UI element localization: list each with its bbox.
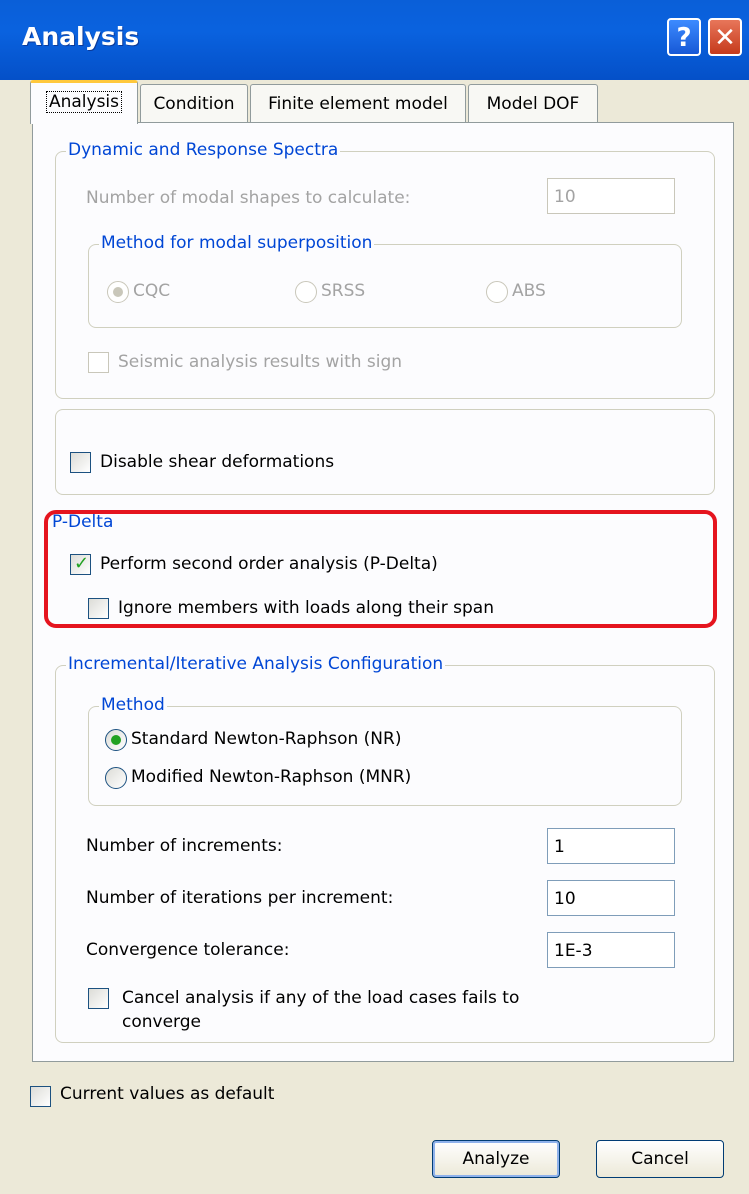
disable-shear-checkbox[interactable]: [70, 452, 91, 473]
method-legend: Method: [99, 695, 167, 715]
pdelta-group: P-Delta ✓ Perform second order analysis …: [50, 512, 715, 619]
incremental-legend: Incremental/Iterative Analysis Configura…: [66, 654, 446, 674]
second-order-checkbox[interactable]: ✓: [70, 553, 91, 575]
current-default-label: Current values as default: [60, 1084, 275, 1104]
radio-standard-nr-label: Standard Newton-Raphson (NR): [131, 729, 402, 749]
superposition-group: Method for modal superposition CQC SRSS …: [88, 233, 682, 328]
cancel-analysis-checkbox[interactable]: [88, 988, 109, 1009]
cancel-analysis-label-line1: Cancel analysis if any of the load cases…: [122, 988, 520, 1008]
cancel-analysis-label: Cancel analysis if any of the load cases…: [122, 986, 519, 1034]
radio-abs-label: ABS: [512, 281, 546, 301]
cancel-analysis-label-line2: converge: [122, 1012, 201, 1032]
tab-analysis-label: Analysis: [45, 91, 123, 113]
analyze-button[interactable]: Analyze: [432, 1140, 560, 1178]
tab-finite-element-model[interactable]: Finite element model: [250, 84, 466, 122]
ignore-members-checkbox[interactable]: [88, 598, 109, 619]
help-button[interactable]: ?: [667, 18, 701, 56]
radio-srss-label: SRSS: [321, 281, 366, 301]
iterations-input[interactable]: 10: [547, 880, 675, 916]
ignore-members-label: Ignore members with loads along their sp…: [118, 598, 494, 618]
iterations-label: Number of iterations per increment:: [86, 888, 394, 908]
dynamic-response-group: Dynamic and Response Spectra Number of m…: [55, 140, 715, 399]
radio-modified-nr[interactable]: [105, 767, 127, 789]
second-order-label: Perform second order analysis (P-Delta): [100, 554, 438, 574]
radio-standard-nr-dot: [111, 735, 121, 745]
radio-cqc[interactable]: [107, 281, 129, 303]
tab-condition[interactable]: Condition: [140, 84, 248, 122]
modal-shapes-input[interactable]: 10: [547, 178, 675, 214]
method-group: Method Standard Newton-Raphson (NR) Modi…: [88, 695, 682, 806]
cancel-button[interactable]: Cancel: [596, 1140, 724, 1178]
analysis-dialog: Analysis ? ✕ Analysis Condition Finite e…: [0, 0, 749, 1194]
radio-abs[interactable]: [486, 281, 508, 303]
radio-standard-nr[interactable]: [105, 729, 127, 751]
pdelta-legend: P-Delta: [50, 512, 116, 532]
current-default-checkbox[interactable]: [30, 1086, 51, 1107]
tab-analysis[interactable]: Analysis: [30, 80, 138, 124]
seismic-sign-checkbox[interactable]: [88, 352, 109, 373]
tab-model-dof[interactable]: Model DOF: [468, 84, 598, 122]
tab-panel-analysis: Dynamic and Response Spectra Number of m…: [32, 122, 734, 1062]
modal-shapes-label: Number of modal shapes to calculate:: [86, 188, 411, 208]
superposition-legend: Method for modal superposition: [99, 233, 375, 253]
tolerance-label: Convergence tolerance:: [86, 940, 290, 960]
radio-modified-nr-label: Modified Newton-Raphson (MNR): [131, 767, 412, 787]
disable-shear-label: Disable shear deformations: [100, 452, 335, 472]
title-bar[interactable]: Analysis ? ✕: [0, 0, 749, 80]
close-button[interactable]: ✕: [708, 18, 742, 56]
incremental-group: Incremental/Iterative Analysis Configura…: [55, 654, 715, 1043]
window-title: Analysis: [22, 22, 140, 51]
increments-label: Number of increments:: [86, 836, 283, 856]
increments-input[interactable]: 1: [547, 828, 675, 864]
check-mark-icon: ✓: [74, 553, 90, 574]
seismic-sign-label: Seismic analysis results with sign: [118, 352, 403, 372]
shear-group: Disable shear deformations: [55, 409, 715, 495]
radio-cqc-label: CQC: [133, 281, 171, 301]
dynamic-response-legend: Dynamic and Response Spectra: [66, 140, 341, 160]
tolerance-input[interactable]: 1E-3: [547, 932, 675, 968]
radio-srss[interactable]: [295, 281, 317, 303]
radio-cqc-dot: [113, 287, 123, 297]
